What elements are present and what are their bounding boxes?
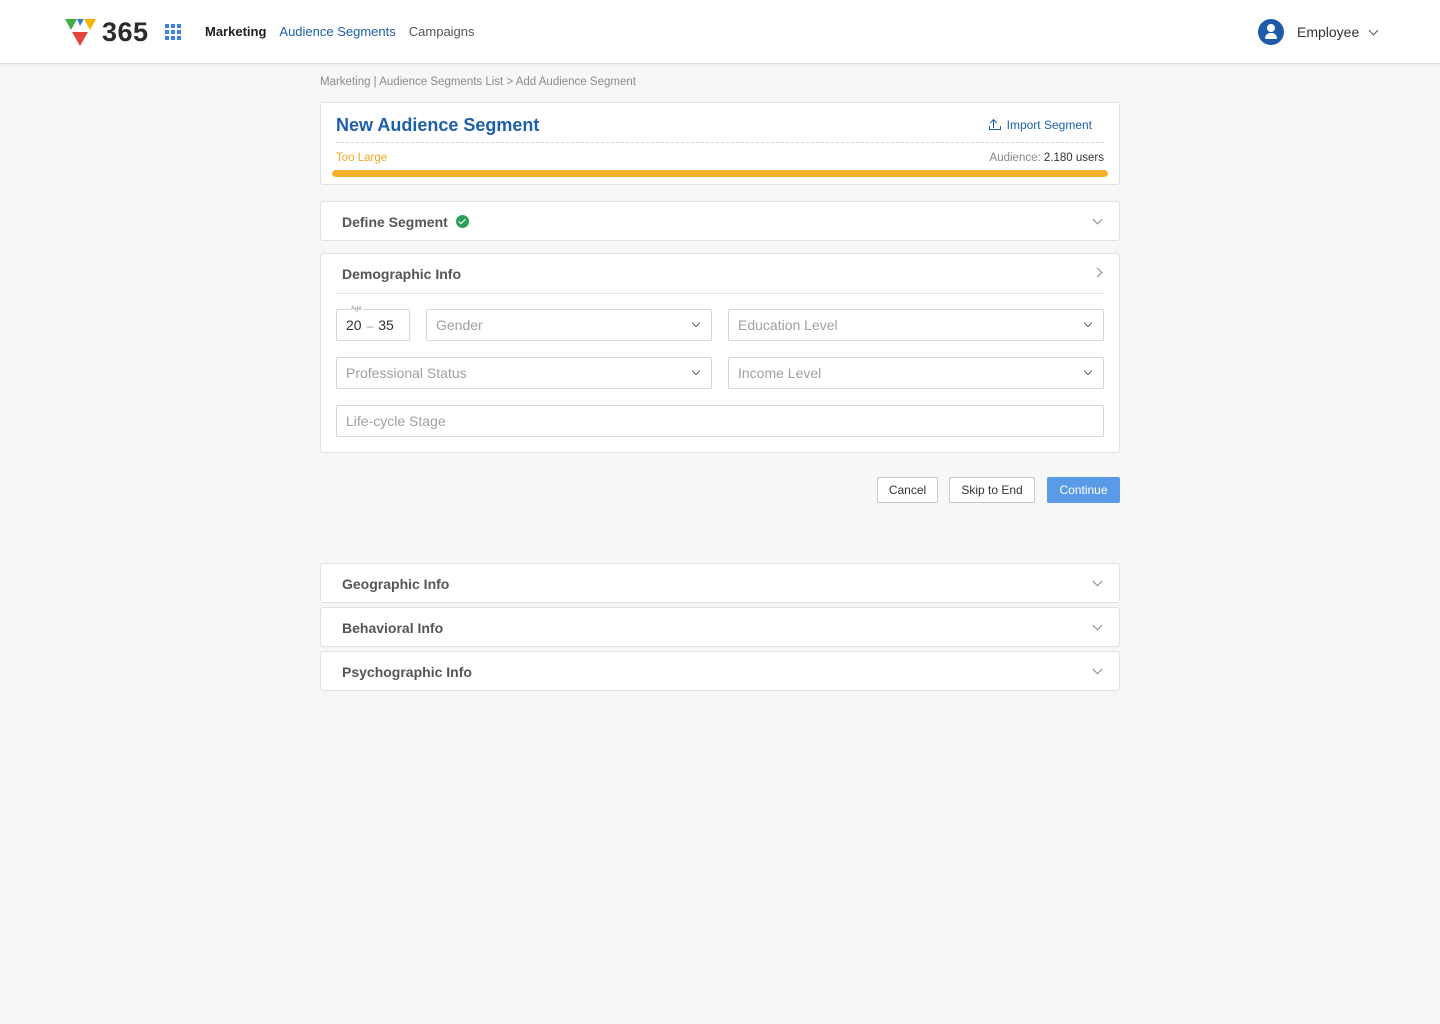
import-segment-label: Import Segment: [1006, 118, 1092, 132]
chevron-down-icon[interactable]: [1092, 214, 1103, 225]
age-range-separator: –: [366, 319, 374, 333]
geographic-info-section[interactable]: Geographic Info: [320, 563, 1120, 603]
income-level-placeholder: Income Level: [738, 365, 822, 381]
define-segment-section[interactable]: Define Segment: [320, 201, 1120, 241]
chevron-down-icon: [1083, 318, 1093, 328]
chevron-down-icon: [691, 318, 701, 328]
audience-unit: users: [1075, 152, 1104, 164]
chevron-down-icon[interactable]: [1092, 576, 1103, 587]
chevron-down-icon: [691, 366, 701, 376]
segment-size-status: Too Large: [336, 152, 388, 164]
chevron-down-icon[interactable]: [1092, 664, 1103, 675]
app-logo[interactable]: 365: [64, 16, 149, 48]
chevron-down-icon[interactable]: [1092, 620, 1103, 631]
define-segment-title: Define Segment: [342, 214, 448, 230]
check-circle-icon: [455, 215, 469, 228]
skip-to-end-button[interactable]: Skip to End: [949, 477, 1035, 503]
app-grid-icon[interactable]: [165, 24, 181, 40]
upload-icon: [988, 118, 1001, 130]
lifecycle-stage-field[interactable]: Life-cycle Stage: [336, 405, 1104, 437]
segment-header-card: New Audience Segment Import Segment Too …: [320, 102, 1120, 185]
cancel-button[interactable]: Cancel: [877, 477, 938, 503]
age-max-value[interactable]: 35: [378, 317, 394, 333]
page-title: New Audience Segment: [336, 115, 540, 135]
audience-count: Audience: 2.180 users: [990, 152, 1104, 164]
behavioral-info-title: Behavioral Info: [342, 620, 444, 636]
audience-size-bar: [332, 170, 1108, 177]
age-label: Age: [350, 304, 363, 314]
demographic-info-section: Demographic Info Age 20–35 Gender Educat…: [320, 253, 1120, 453]
chevron-down-icon: [1083, 366, 1093, 376]
import-segment-button[interactable]: Import Segment: [988, 118, 1092, 132]
nav-marketing[interactable]: Marketing: [205, 24, 266, 40]
psychographic-info-section[interactable]: Psychographic Info: [320, 651, 1120, 691]
gender-select[interactable]: Gender: [426, 309, 712, 341]
age-range-field[interactable]: Age 20–35: [336, 304, 410, 341]
divider: [336, 142, 1104, 143]
main-nav: Marketing Audience Segments Campaigns: [205, 24, 475, 40]
user-avatar-icon: [1258, 19, 1284, 45]
audience-value: 2.180: [1043, 152, 1073, 164]
gender-placeholder: Gender: [436, 317, 483, 333]
income-level-select[interactable]: Income Level: [728, 357, 1104, 389]
professional-status-placeholder: Professional Status: [346, 365, 467, 381]
chevron-down-icon: [1368, 25, 1379, 35]
geographic-info-title: Geographic Info: [342, 576, 450, 592]
breadcrumb: Marketing | Audience Segments List > Add…: [320, 76, 636, 88]
behavioral-info-section[interactable]: Behavioral Info: [320, 607, 1120, 647]
chevron-right-icon[interactable]: [1092, 267, 1103, 278]
education-level-placeholder: Education Level: [738, 317, 838, 333]
continue-button[interactable]: Continue: [1047, 477, 1120, 503]
age-min-value[interactable]: 20: [346, 317, 362, 333]
nav-audience-segments[interactable]: Audience Segments: [279, 24, 395, 40]
demographic-info-title: Demographic Info: [342, 266, 462, 282]
top-bar: 365 Marketing Audience Segments Campaign…: [0, 0, 1440, 64]
divider: [336, 293, 1104, 294]
professional-status-select[interactable]: Professional Status: [336, 357, 712, 389]
lifecycle-stage-placeholder: Life-cycle Stage: [346, 413, 446, 429]
education-level-select[interactable]: Education Level: [728, 309, 1104, 341]
user-menu[interactable]: Employee: [1258, 19, 1379, 45]
logo-mark-icon: [65, 19, 96, 46]
psychographic-info-title: Psychographic Info: [342, 664, 472, 680]
audience-label: Audience:: [989, 152, 1041, 164]
audience-size-bar-fill: [332, 170, 1108, 177]
nav-campaigns[interactable]: Campaigns: [409, 24, 475, 40]
define-segment-header: Define Segment: [342, 214, 469, 230]
logo-text: 365: [102, 16, 149, 47]
user-name: Employee: [1297, 24, 1360, 40]
